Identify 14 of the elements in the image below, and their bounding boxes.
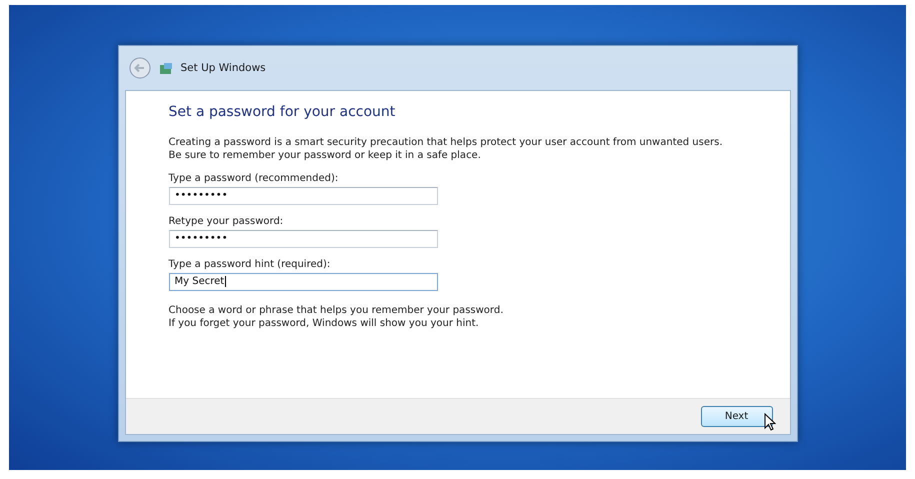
intro-text: Creating a password is a smart security precaution that helps protect your user account from unwanted users. Be sure to remember your password or keep it in a safe place. [168,136,724,162]
input-field[interactable]: My Secret [168,273,438,291]
hint-text: If you forget your password, Windows will show you your hint. [168,317,480,330]
field-label: Type a password hint (required): [168,259,332,270]
window-title: Set Up Windows [180,62,266,74]
field-label: Retype your password: [168,216,284,227]
field-label: Type a password (recommended): [168,173,340,184]
setup-icon [158,62,172,74]
next-button[interactable]: Next [700,406,772,427]
mouse-cursor-icon [764,413,776,431]
hint-text: Choose a word or phrase that helps you remember your password. [168,304,504,317]
input-field[interactable]: ••••••••• [168,187,438,205]
page-heading: Set a password for your account [168,104,396,120]
input-field[interactable]: ••••••••• [168,230,438,248]
